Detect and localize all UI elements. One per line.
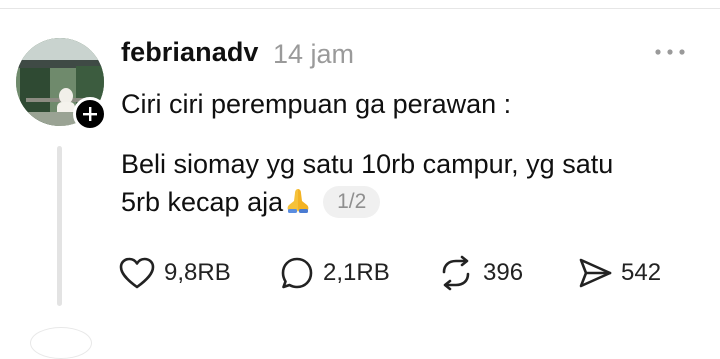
like-button[interactable]: 9,8RB (118, 253, 231, 293)
comment-button[interactable]: 2,1RB (279, 253, 390, 293)
plus-icon (83, 107, 97, 121)
post-text-fragment: 5rb kecap aja (121, 187, 284, 217)
share-count: 542 (621, 259, 662, 286)
comment-icon (281, 257, 313, 289)
next-post-avatar (30, 327, 92, 359)
top-divider (0, 8, 720, 9)
username[interactable]: febrianadv (121, 37, 259, 68)
avatar-container[interactable] (16, 38, 107, 131)
repost-count: 396 (483, 259, 524, 286)
repost-button[interactable]: 396 (437, 253, 523, 293)
folded-hands-icon (287, 189, 309, 213)
share-button[interactable]: 542 (577, 253, 661, 293)
comment-count: 2,1RB (323, 259, 390, 286)
page-indicator[interactable]: 1/2 (323, 186, 381, 218)
post-text-row: Beli siomay yg satu 10rb campur, yg satu (121, 149, 614, 179)
more-horizontal-icon (655, 49, 685, 55)
repost-icon (442, 255, 470, 291)
more-button[interactable] (650, 38, 690, 66)
post-text-row: 5rb kecap aja 1/2 (121, 183, 681, 221)
send-icon (579, 258, 612, 288)
post-text-second: Beli siomay yg satu 10rb campur, yg satu… (121, 145, 681, 221)
timestamp: 14 jam (273, 39, 355, 69)
like-count: 9,8RB (164, 259, 231, 286)
post-text-first: Ciri ciri perempuan ga perawan : (121, 89, 512, 119)
follow-button[interactable] (73, 97, 107, 131)
action-bar: 9,8RB 2,1RB 396 542 (0, 253, 720, 293)
heart-icon (119, 257, 155, 289)
